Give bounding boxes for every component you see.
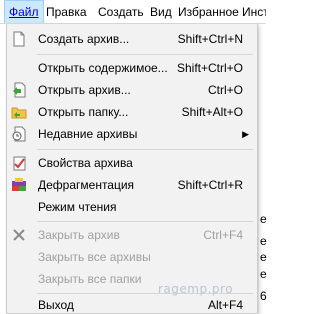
menubar-item-edit[interactable]: Правка	[46, 0, 87, 23]
menu-item-shortcut: Ctrl+F4	[203, 228, 243, 242]
menu-item-label: Создать архив...	[38, 32, 130, 46]
menu-item-defragment[interactable]: Дефрагментация Shift+Ctrl+R	[7, 174, 257, 196]
menu-item-shortcut: Shift+Alt+O	[181, 105, 243, 119]
submenu-arrow-icon: ▶	[242, 129, 249, 139]
background-text: 6	[260, 289, 267, 303]
file-menu-dropdown: Создать архив... Shift+Ctrl+N Открыть со…	[6, 24, 258, 314]
menu-item-label: Дефрагментация	[38, 178, 135, 192]
menu-item-label: Открыть архив...	[38, 83, 131, 97]
menu-item-shortcut: Ctrl+O	[207, 83, 243, 97]
menu-item-label: Режим чтения	[38, 200, 117, 214]
background-text: e	[260, 250, 267, 264]
menu-item-open-archive[interactable]: Открыть архив... Ctrl+O	[7, 79, 257, 101]
archive-properties-icon	[11, 155, 27, 171]
menubar-item-view[interactable]: Вид	[150, 0, 172, 23]
menubar-item-create[interactable]: Создать	[98, 0, 144, 23]
menu-item-shortcut: Alt+F4	[207, 298, 243, 312]
new-archive-icon	[11, 31, 27, 47]
menu-item-label: Открыть папку...	[38, 105, 129, 119]
background-window-pane: e e e e 6 e	[258, 24, 267, 314]
menu-separator	[37, 221, 253, 222]
background-text: e	[260, 212, 267, 226]
menu-item-close-archive[interactable]: Закрыть архив Ctrl+F4	[7, 224, 257, 246]
open-folder-icon	[11, 104, 27, 120]
menu-item-reading-mode[interactable]: Режим чтения	[7, 196, 257, 218]
menu-item-label: Недавние архивы	[38, 127, 138, 141]
menu-item-label: Закрыть архив	[38, 228, 120, 242]
menu-separator	[37, 149, 253, 150]
menu-item-shortcut: Shift+Ctrl+O	[176, 61, 243, 75]
menu-separator	[37, 54, 253, 55]
menubar-item-favorites[interactable]: Избранное	[178, 0, 239, 23]
menu-item-shortcut: Shift+Ctrl+R	[177, 178, 243, 192]
menu-item-archive-properties[interactable]: Свойства архива	[7, 152, 257, 174]
menu-item-label: Свойства архива	[38, 156, 133, 170]
menu-bar: Файл Правка Создать Вид Избранное Инст	[0, 0, 266, 24]
menu-item-open-contents[interactable]: Открыть содержимое... Shift+Ctrl+O	[7, 57, 257, 79]
menu-item-close-all-archives[interactable]: Закрыть все архивы	[7, 246, 257, 268]
menu-item-recent-archives[interactable]: Недавние архивы ▶	[7, 123, 257, 145]
close-archive-icon	[11, 227, 27, 243]
background-text: e	[260, 234, 267, 248]
menu-item-create-archive[interactable]: Создать архив... Shift+Ctrl+N	[7, 28, 257, 50]
menubar-item-file[interactable]: Файл	[4, 0, 44, 23]
menu-item-label: Закрыть все архивы	[38, 250, 151, 264]
menu-item-label: Закрыть все папки	[38, 272, 142, 286]
watermark-text: ragemp.pro	[158, 282, 234, 296]
menu-item-label: Открыть содержимое...	[38, 61, 168, 75]
defragment-icon	[11, 177, 27, 193]
menu-item-open-folder[interactable]: Открыть папку... Shift+Alt+O	[7, 101, 257, 123]
menubar-item-tools[interactable]: Инст	[242, 0, 266, 23]
open-archive-icon	[11, 82, 27, 98]
recent-archives-icon	[11, 126, 27, 142]
menu-item-shortcut: Shift+Ctrl+N	[177, 32, 243, 46]
menu-item-label: Выход	[38, 298, 74, 312]
background-text: e	[260, 267, 267, 281]
menu-item-exit[interactable]: Выход Alt+F4	[7, 294, 257, 314]
